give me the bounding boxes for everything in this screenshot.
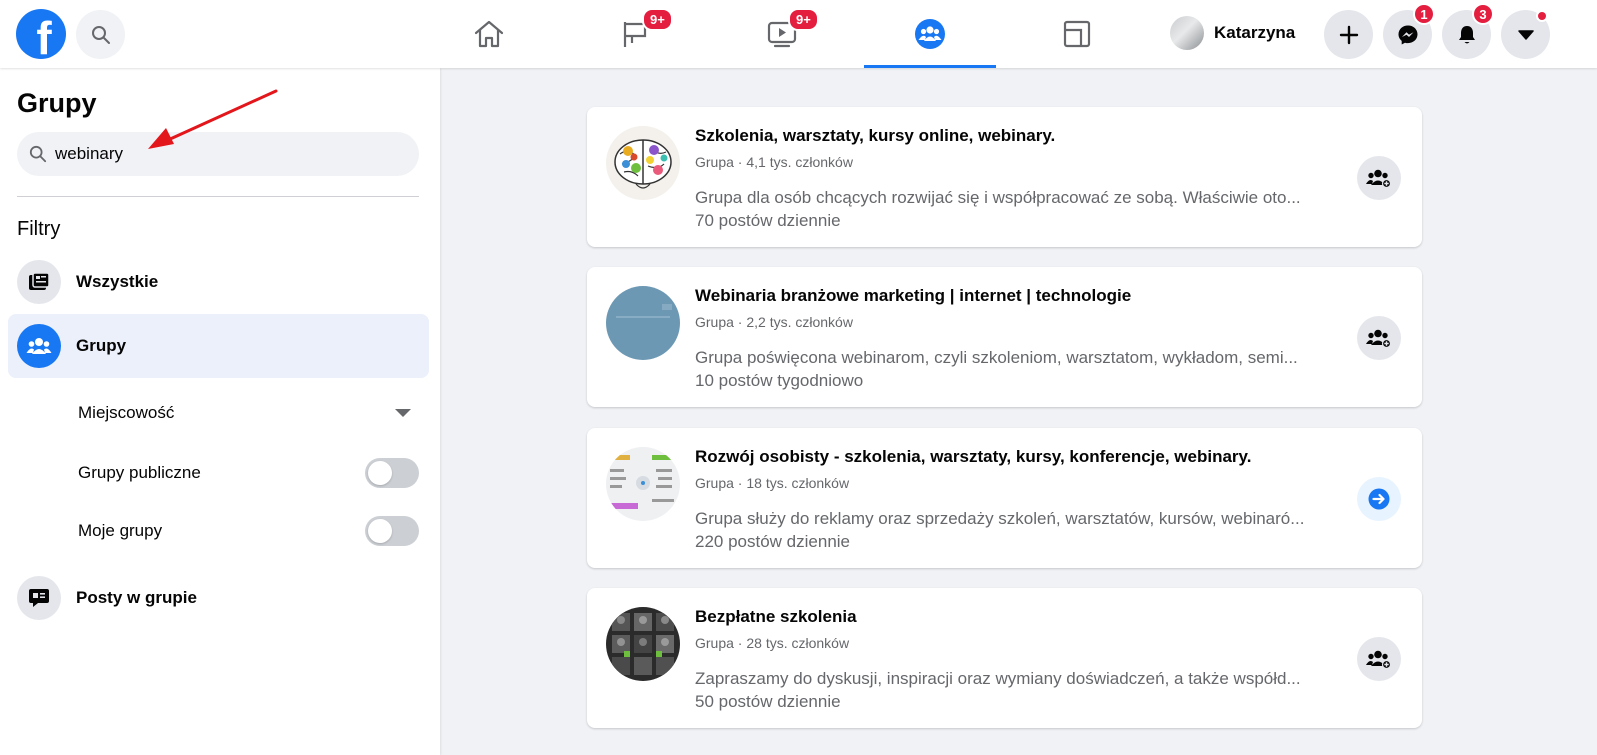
public-groups-toggle[interactable] (365, 458, 419, 488)
group-avatar-portraits-image (606, 607, 680, 681)
group-avatar-infographic-image (606, 447, 680, 521)
group-name[interactable]: Rozwój osobisty - szkolenia, warsztaty, … (695, 447, 1251, 467)
group-result-card[interactable]: Szkolenia, warsztaty, kursy online, webi… (587, 107, 1422, 247)
group-name[interactable]: Webinaria branżowe marketing | internet … (695, 286, 1131, 306)
home-icon (474, 20, 504, 48)
filter-all-label: Wszystkie (76, 272, 159, 291)
join-group-icon (1366, 650, 1392, 669)
search-button[interactable] (76, 10, 125, 59)
search-icon (91, 25, 110, 44)
join-group-button[interactable] (1357, 637, 1401, 681)
account-menu-button[interactable] (1501, 10, 1550, 59)
join-group-icon (1366, 169, 1392, 188)
group-meta: Grupa · 28 tys. członków (695, 635, 850, 651)
groups-icon (915, 19, 945, 49)
messenger-button[interactable]: 1 (1383, 3, 1435, 59)
join-group-button[interactable] (1357, 156, 1401, 200)
divider (17, 196, 419, 197)
plus-icon (1339, 25, 1358, 44)
group-avatar (606, 286, 680, 360)
group-name[interactable]: Szkolenia, warsztaty, kursy online, webi… (695, 126, 1055, 146)
group-activity: 70 postów dziennie (695, 211, 841, 230)
tab-groups[interactable] (864, 0, 996, 68)
location-filter-dropdown[interactable]: Miejscowość (78, 391, 419, 435)
filter-groups[interactable]: Grupy (8, 314, 429, 378)
tab-home[interactable] (423, 0, 555, 68)
group-name[interactable]: Bezpłatne szkolenia (695, 607, 857, 627)
public-groups-label: Grupy publiczne (78, 463, 201, 482)
avatar (1170, 16, 1204, 50)
group-description: Grupa służy do reklamy oraz sprzedaży sz… (695, 509, 1305, 528)
group-meta: Grupa · 18 tys. członków (695, 475, 850, 491)
create-button[interactable] (1324, 10, 1373, 59)
group-activity: 220 postów dziennie (695, 532, 851, 551)
tab-gaming[interactable] (1011, 0, 1143, 68)
group-posts-icon-wrap (17, 576, 61, 620)
group-result-card[interactable]: Rozwój osobisty - szkolenia, warsztaty, … (587, 428, 1422, 568)
groups-search-sidebar: Grupy webinary Filtry Wszystkie Grupy Mi… (0, 68, 440, 755)
notifications-button[interactable]: 3 (1442, 3, 1494, 59)
caret-down-icon (395, 409, 411, 417)
search-query: webinary (55, 144, 124, 163)
location-filter-label: Miejscowość (78, 403, 175, 422)
search-icon (29, 145, 47, 163)
annotation-arrow (148, 89, 278, 149)
filter-groups-label: Grupy (76, 336, 127, 355)
gaming-icon (1063, 20, 1091, 48)
group-description: Zapraszamy do dyskusji, inspiracji oraz … (695, 669, 1301, 688)
top-navigation-bar: f 9+ 9+ Katarzyna 1 3 (0, 0, 1597, 68)
join-group-icon (1366, 329, 1392, 348)
feed-icon (29, 272, 50, 290)
group-avatar-brain-image (606, 126, 680, 200)
group-activity: 50 postów dziennie (695, 692, 841, 711)
profile-name: Katarzyna (1214, 23, 1296, 42)
group-meta: Grupa · 2,2 tys. członków (695, 314, 853, 330)
my-groups-toggle[interactable] (365, 516, 419, 546)
bell-icon (1458, 25, 1475, 43)
messenger-badge: 1 (1413, 3, 1435, 25)
page-title: Grupy (17, 88, 97, 118)
group-avatar-image (606, 286, 680, 360)
facebook-logo[interactable]: f (16, 9, 66, 59)
profile-shortcut[interactable]: Katarzyna (1170, 13, 1295, 53)
group-avatar (606, 607, 680, 681)
group-description: Grupa poświęcona webinarom, czyli szkole… (695, 348, 1298, 367)
toggle-knob (368, 519, 392, 543)
notifications-badge: 3 (1472, 3, 1494, 25)
group-avatar (606, 126, 680, 200)
facebook-logo-letter: f (36, 12, 52, 59)
post-bubble-icon (29, 589, 49, 607)
watch-badge: 9+ (788, 8, 819, 31)
group-result-card[interactable]: Bezpłatne szkolenia Grupa · 28 tys. czło… (587, 588, 1422, 728)
join-group-button[interactable] (1357, 316, 1401, 360)
tab-watch[interactable]: 9+ (716, 0, 848, 68)
arrow-right-icon (1368, 488, 1390, 510)
filters-heading: Filtry (17, 218, 61, 240)
my-groups-filter: Moje grupy (78, 509, 419, 553)
filter-all[interactable]: Wszystkie (8, 250, 429, 314)
groups-icon (26, 338, 52, 354)
group-description: Grupa dla osób chcących rozwijać się i w… (695, 188, 1301, 207)
group-avatar (606, 447, 680, 521)
group-activity: 10 postów tygodniowo (695, 371, 864, 390)
all-results-icon-wrap (17, 260, 61, 304)
messenger-icon (1398, 25, 1417, 44)
group-result-card[interactable]: Webinaria branżowe marketing | internet … (587, 267, 1422, 407)
my-groups-label: Moje grupy (78, 521, 163, 540)
tab-pages[interactable]: 9+ (570, 0, 702, 68)
pages-badge: 9+ (642, 8, 673, 31)
toggle-knob (368, 461, 392, 485)
groups-filter-icon-wrap (17, 324, 61, 368)
notification-dot (1536, 10, 1548, 22)
group-meta: Grupa · 4,1 tys. członków (695, 154, 853, 170)
chevron-down-icon (1517, 29, 1534, 40)
filter-group-posts[interactable]: Posty w grupie (8, 566, 429, 630)
visit-group-button[interactable] (1357, 477, 1401, 521)
public-groups-filter: Grupy publiczne (78, 451, 419, 495)
filter-group-posts-label: Posty w grupie (76, 588, 197, 607)
